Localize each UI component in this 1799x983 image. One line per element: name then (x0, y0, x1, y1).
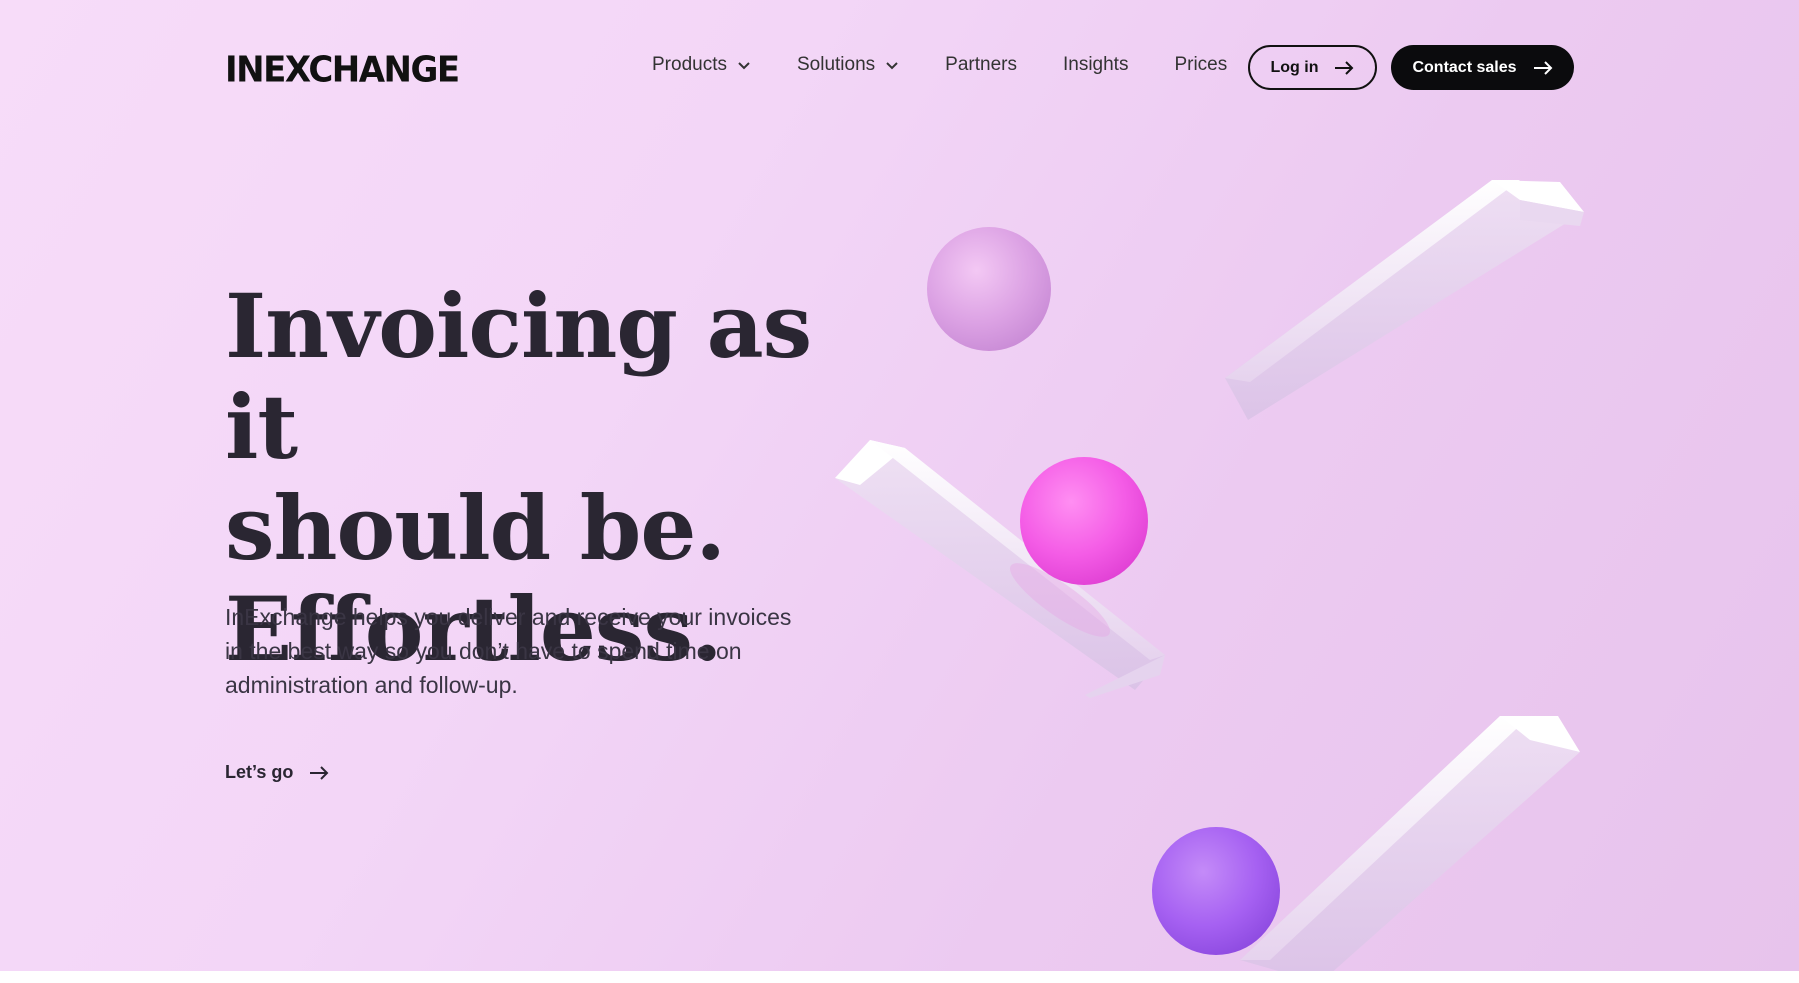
arrow-right-icon (1335, 60, 1354, 75)
nav-products-label: Products (652, 54, 727, 75)
lets-go-link[interactable]: Let’s go (225, 762, 329, 783)
hero-title-line-2: should be. (225, 476, 726, 580)
chevron-down-icon (886, 62, 898, 70)
login-button-label: Log in (1270, 58, 1319, 76)
chevron-down-icon (738, 62, 750, 70)
nav-products[interactable]: Products (652, 54, 751, 76)
nav-insights-label: Insights (1062, 54, 1129, 75)
bar-shape-bottom (1240, 716, 1580, 983)
site-header: INEXCHANGE Products Solutions Partners I… (0, 0, 1799, 134)
nav-insights[interactable]: Insights (1063, 54, 1128, 76)
sphere-pink (1020, 457, 1148, 585)
sphere-purple (1152, 827, 1280, 955)
lets-go-label: Let’s go (225, 762, 294, 782)
nav-partners-label: Partners (945, 54, 1017, 75)
nav-solutions[interactable]: Solutions (797, 54, 899, 76)
contact-sales-label: Contact sales (1412, 58, 1517, 76)
arrow-right-icon (310, 765, 329, 780)
sphere-light (927, 227, 1051, 351)
arrow-right-icon (1533, 60, 1552, 75)
hero-title-line-1: Invoicing as it (225, 274, 812, 479)
contact-sales-button[interactable]: Contact sales (1391, 45, 1574, 90)
nav-prices[interactable]: Prices (1174, 54, 1227, 76)
page-bottom-edge (0, 971, 1799, 983)
nav-solutions-label: Solutions (796, 54, 876, 75)
nav-partners[interactable]: Partners (945, 54, 1017, 76)
main-nav: Products Solutions Partners Insights Pri… (652, 54, 1273, 76)
logo[interactable]: INEXCHANGE (225, 49, 460, 91)
bar-shape-top (1225, 180, 1584, 420)
hero-description: InExchange helps you deliver and receive… (225, 604, 792, 698)
nav-prices-label: Prices (1174, 54, 1228, 75)
login-button[interactable]: Log in (1248, 45, 1377, 90)
